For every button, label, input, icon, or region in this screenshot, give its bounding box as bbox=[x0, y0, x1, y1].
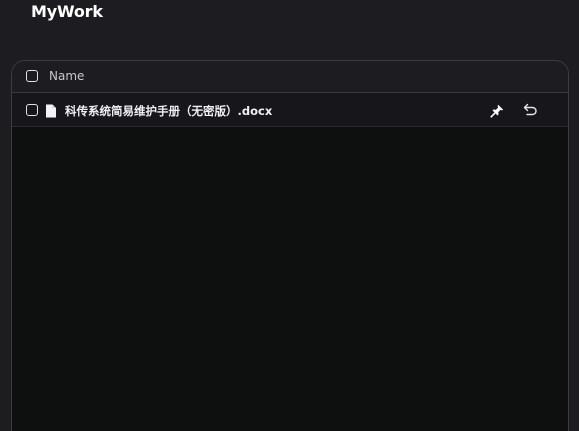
page: MyWork Name 科传系统简易维护手册（无密版）.docx bbox=[0, 0, 579, 431]
pin-icon[interactable] bbox=[490, 103, 504, 118]
name-column-header[interactable]: Name bbox=[49, 69, 84, 83]
file-list-panel: Name 科传系统简易维护手册（无密版）.docx bbox=[11, 60, 569, 431]
document-icon bbox=[45, 103, 57, 118]
undo-icon[interactable] bbox=[523, 102, 538, 116]
row-checkbox[interactable] bbox=[26, 104, 38, 116]
table-header: Name bbox=[12, 61, 568, 93]
select-all-checkbox[interactable] bbox=[26, 70, 38, 82]
app-title: MyWork bbox=[31, 2, 103, 21]
table-row[interactable]: 科传系统简易维护手册（无密版）.docx bbox=[12, 93, 568, 127]
file-name[interactable]: 科传系统简易维护手册（无密版）.docx bbox=[65, 103, 272, 119]
